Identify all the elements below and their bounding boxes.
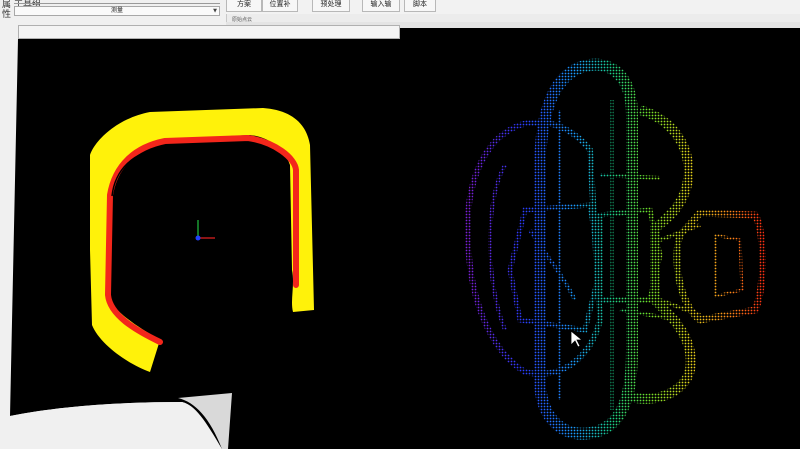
toolbar: 方案 位置补 预处理 输入输 脚本: [226, 0, 800, 14]
measure-select[interactable]: 测量 ▼: [14, 6, 220, 16]
panel-divider: [14, 3, 220, 4]
green-ring: [534, 58, 638, 440]
mouse-pointer-icon: [570, 330, 584, 348]
property-panel: 属性 工具组 测量 ▼: [0, 0, 227, 449]
profile-view-titlebar[interactable]: [18, 25, 400, 39]
pointcloud-render: [464, 58, 766, 440]
tab-scheme[interactable]: 方案: [226, 0, 262, 12]
blue-shell: [464, 119, 604, 377]
chevron-down-icon: ▼: [213, 8, 217, 14]
tab-position[interactable]: 位置补: [262, 0, 298, 12]
tab-io[interactable]: 输入输: [362, 0, 400, 12]
panel-title: 属性: [2, 0, 12, 20]
pointcloud-viewport[interactable]: [226, 28, 800, 449]
tab-preprocess[interactable]: 预处理: [312, 0, 350, 12]
tab-script[interactable]: 脚本: [404, 0, 436, 12]
measure-select-label: 测量: [110, 7, 123, 14]
